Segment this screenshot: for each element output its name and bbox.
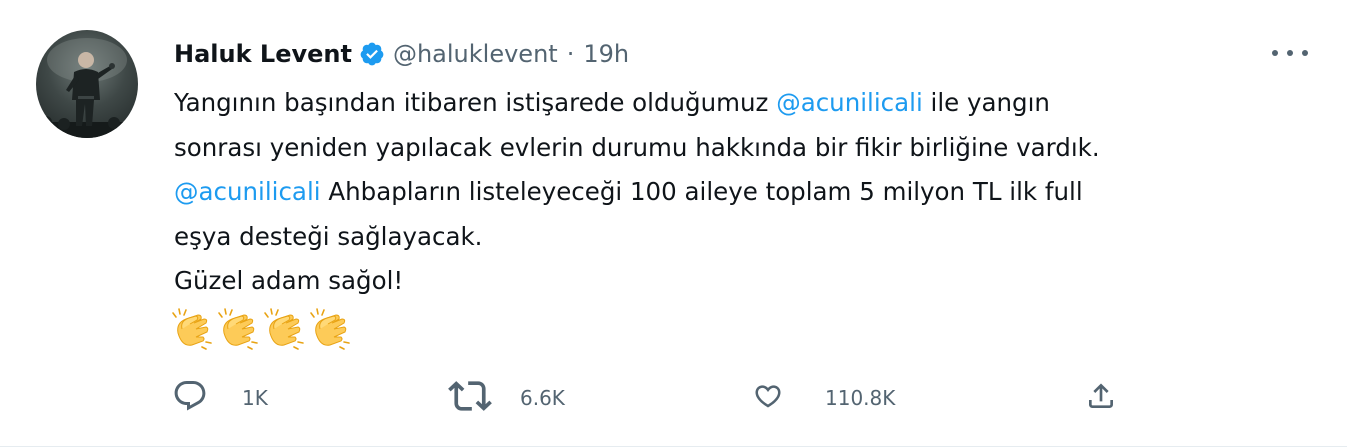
share-button[interactable] [1085, 376, 1117, 420]
clapping-hands-emoji-icon [262, 307, 306, 351]
mention-link[interactable]: @acunilicali [776, 88, 923, 117]
mention-link[interactable]: @acunilicali [174, 177, 321, 206]
more-options-icon[interactable] [1272, 40, 1308, 66]
avatar[interactable] [36, 30, 138, 138]
tweet-actions: 1K 6.6K 110.8K [0, 376, 1347, 420]
author-name[interactable]: Haluk Levent [174, 40, 352, 68]
clapping-hands-emoji-icon [216, 307, 260, 351]
author-handle[interactable]: @haluklevent [393, 40, 558, 68]
retweet-icon [448, 374, 492, 422]
emoji-row [170, 307, 352, 351]
reply-button[interactable]: 1K [172, 376, 268, 420]
reply-icon [172, 378, 208, 418]
tweet-line-5: Güzel adam sağol! [174, 266, 404, 295]
verified-badge-icon [359, 41, 385, 67]
reply-count: 1K [242, 386, 268, 410]
retweet-count: 6.6K [520, 386, 565, 410]
tweet-text: Yangının başından itibaren istişarede ol… [174, 81, 1314, 304]
tweet-card[interactable]: Haluk Levent @haluklevent · 19h Yangının… [0, 0, 1347, 447]
tweet-line-2: sonrası yeniden yapılacak evlerin durumu… [174, 132, 1100, 162]
tweet-line-4: eşya desteği sağlayacak. [174, 221, 483, 251]
like-count: 110.8K [825, 386, 896, 410]
tweet-header: Haluk Levent @haluklevent · 19h [174, 34, 629, 74]
retweet-button[interactable]: 6.6K [448, 376, 565, 420]
more-dot [1272, 50, 1278, 56]
tweet-line-1: Yangının başından itibaren istişarede ol… [174, 81, 1314, 126]
clapping-hands-emoji-icon [308, 307, 352, 351]
text-segment: Yangının başından itibaren istişarede ol… [174, 88, 777, 117]
tweet-line-3: @acunilicali Ahbapların listeleyeceği 10… [174, 170, 1314, 215]
header-separator: · [566, 40, 575, 68]
like-button[interactable]: 110.8K [753, 376, 895, 420]
more-dot [1287, 50, 1293, 56]
tweet-timestamp[interactable]: 19h [583, 40, 629, 68]
clapping-hands-emoji-icon [170, 307, 214, 351]
heart-icon [753, 381, 783, 415]
more-dot [1302, 50, 1308, 56]
text-segment: ile yangın [922, 88, 1050, 117]
text-segment: Ahbapların listeleyeceği 100 aileye topl… [320, 177, 1083, 206]
share-icon [1085, 376, 1117, 420]
